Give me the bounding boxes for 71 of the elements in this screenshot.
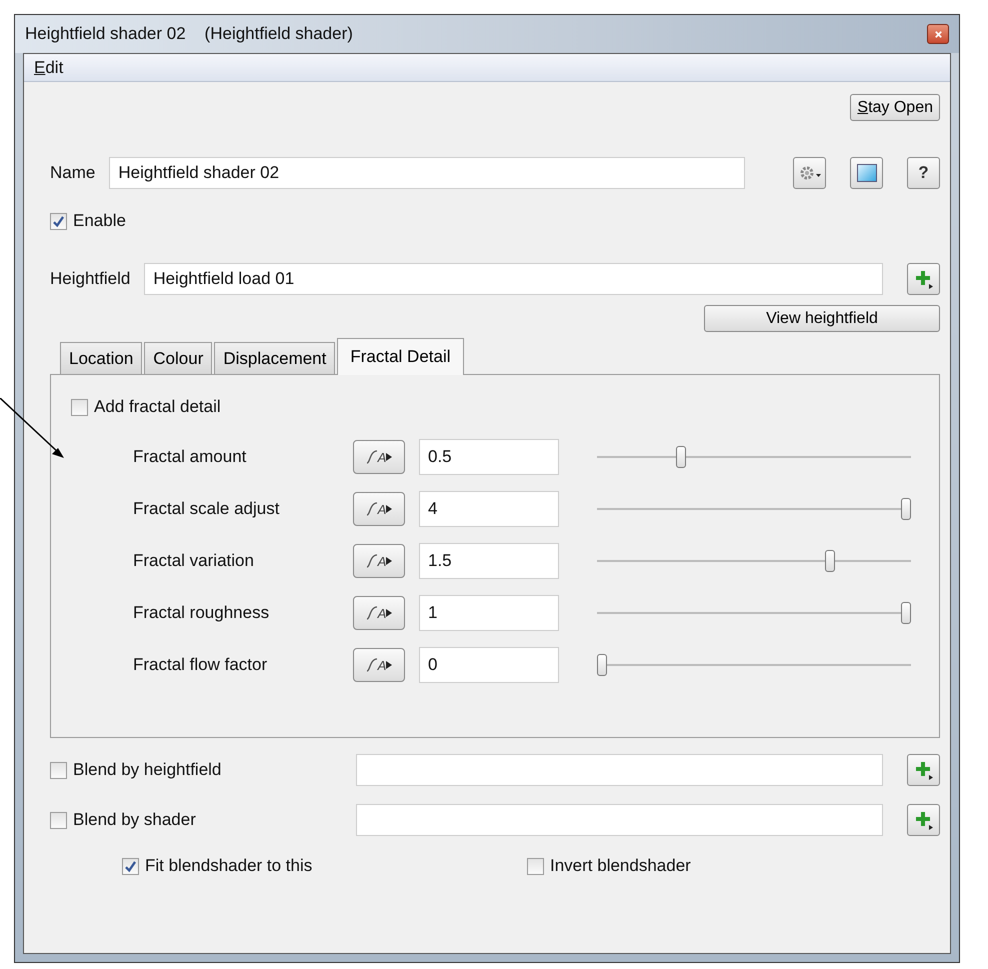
value-field[interactable]: 1 [419,595,559,631]
animation-button[interactable]: A [353,492,405,526]
checkbox-label: Enable [73,211,126,231]
value-field[interactable]: 0 [419,647,559,683]
checkbox[interactable] [50,812,67,828]
help-button[interactable]: ? [907,157,940,189]
name-label: Name [50,163,96,183]
plus-icon [914,269,934,289]
animation-button[interactable]: A [353,440,405,474]
value-field[interactable]: 1.5 [419,543,559,579]
parameter-label: Fractal scale adjust [133,499,280,519]
checkbox[interactable] [122,858,139,874]
triangle-icon [386,505,392,513]
plus-icon [914,810,934,830]
curve-icon [366,553,378,569]
check-icon [52,214,65,228]
value-field[interactable]: 4 [419,491,559,527]
triangle-icon [386,453,392,461]
parameter-label: Fractal roughness [133,603,270,623]
checkbox[interactable] [527,858,544,874]
slider-thumb[interactable] [597,654,607,676]
slider-thumb[interactable] [901,498,911,520]
animation-button[interactable]: A [353,648,405,682]
heightfield-label: Heightfield [50,269,130,289]
triangle-icon [386,557,392,565]
triangle-icon [386,609,392,617]
value-field[interactable]: 0.5 [419,439,559,475]
add-button[interactable] [907,754,940,786]
check-icon [124,860,137,872]
tab[interactable]: Displacement [214,342,336,374]
animation-button[interactable]: A [353,596,405,630]
checkbox-label: Blend by heightfield [73,760,222,780]
curve-icon [366,605,378,621]
slider-thumb[interactable] [901,602,911,624]
tab[interactable]: Colour [144,342,212,374]
add-button[interactable] [907,263,940,295]
colour-square-icon [856,164,876,182]
curve-icon [366,657,378,673]
curve-icon [366,449,378,465]
name-field[interactable]: Heightfield shader 02 [109,157,745,189]
animation-button[interactable]: A [353,544,405,578]
view-heightfield-button[interactable]: View heightfield [704,305,940,332]
settings-button[interactable] [793,157,826,189]
blend-field[interactable] [356,804,883,836]
checkbox[interactable] [50,212,67,230]
preview-button[interactable] [850,157,883,189]
checkbox-label: Add fractal detail [94,397,221,417]
tab[interactable]: Location [60,342,142,374]
checkbox[interactable] [50,762,67,778]
add-button[interactable] [907,804,940,836]
menu-item[interactable]: Edit [34,58,64,78]
checkbox-label: Blend by shader [73,810,196,830]
parameter-label: Fractal amount [133,447,248,467]
checkbox[interactable] [71,398,88,416]
pointer-arrow [0,398,66,460]
close-button[interactable] [927,24,949,44]
plus-icon [914,760,934,780]
slider-thumb[interactable] [825,550,835,572]
parameter-label: Fractal flow factor [133,655,268,675]
slider-thumb[interactable] [676,446,686,468]
window-title: Heightfield shader 02 (Heightfield shader) [25,24,353,44]
blend-field[interactable] [356,754,883,786]
stay-open-button[interactable]: Stay Open [850,94,940,121]
triangle-icon [386,661,392,669]
heightfield-field[interactable]: Heightfield load 01 [144,263,883,295]
parameter-label: Fractal variation [133,551,255,571]
curve-icon [366,501,378,517]
checkbox-label: Invert blendshader [550,856,691,876]
close-icon [934,30,942,38]
tab[interactable]: Fractal Detail [337,338,464,375]
checkbox-label: Fit blendshader to this [145,856,312,876]
